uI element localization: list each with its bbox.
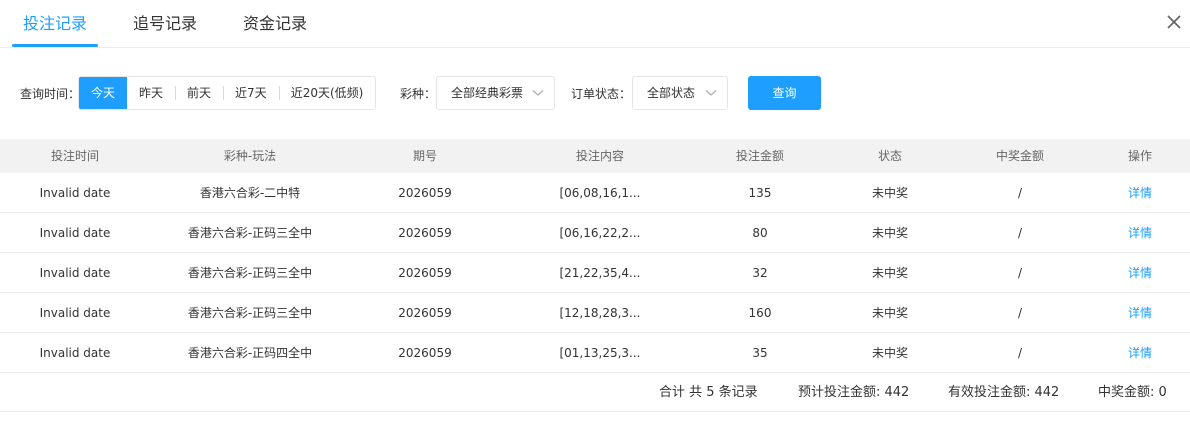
lottery-filter-label: 彩种： — [400, 87, 437, 101]
cell-bet-content: [06,08,16,1... — [559, 186, 641, 200]
table-row: Invalid date 香港六合彩-正码三全中 2026059 [12,18,… — [0, 293, 1190, 333]
cell-issue: 2026059 — [398, 346, 452, 360]
column-header-bet-amount: 投注金额 — [735, 149, 784, 163]
cell-status: 未中奖 — [871, 306, 908, 320]
chevron-down-icon — [705, 90, 717, 96]
cell-bet-amount: 160 — [748, 306, 772, 320]
cell-win-amount: / — [1017, 226, 1023, 240]
cell-win-amount: / — [1017, 346, 1023, 360]
tab-fund-records[interactable]: 资金记录 — [243, 12, 307, 36]
cell-status: 未中奖 — [871, 226, 908, 240]
cell-bet-amount: 80 — [752, 226, 768, 240]
details-link[interactable]: 详情 — [1100, 333, 1180, 373]
summary-record-count: 合计 共 5 条记录 — [659, 385, 758, 400]
cell-status: 未中奖 — [871, 266, 908, 280]
summary-valid-bet-amount: 有效投注金额: 442 — [948, 385, 1060, 400]
lottery-select-value: 全部经典彩票 — [451, 86, 524, 100]
tab-bar: 投注记录 追号记录 资金记录 — [0, 0, 1190, 48]
time-option-day-before[interactable]: 前天 — [175, 77, 223, 109]
summary-divider — [0, 411, 1190, 412]
time-filter-label: 查询时间： — [20, 87, 81, 101]
cell-win-amount: / — [1017, 186, 1023, 200]
table-header: 投注时间 彩种-玩法 期号 投注内容 投注金额 状态 中奖金额 操作 — [0, 139, 1190, 173]
chevron-down-icon — [532, 90, 544, 96]
summary-expected-bet-amount: 预计投注金额: 442 — [798, 385, 910, 400]
query-button[interactable]: 查询 — [748, 76, 821, 110]
tab-bet-records[interactable]: 投注记录 — [23, 12, 87, 36]
cell-bet-content: [21,22,35,4... — [559, 266, 641, 280]
details-link[interactable]: 详情 — [1100, 253, 1180, 293]
cell-bet-time: Invalid date — [39, 306, 111, 320]
cell-issue: 2026059 — [398, 306, 452, 320]
table-row: Invalid date 香港六合彩-正码三全中 2026059 [21,22,… — [0, 253, 1190, 293]
details-link[interactable]: 详情 — [1100, 173, 1180, 213]
column-header-bet-content: 投注内容 — [575, 149, 624, 163]
column-header-action: 操作 — [1127, 149, 1152, 163]
cell-status: 未中奖 — [871, 346, 908, 360]
column-header-status: 状态 — [877, 149, 902, 163]
time-option-yesterday[interactable]: 昨天 — [127, 77, 175, 109]
cell-issue: 2026059 — [398, 186, 452, 200]
time-range-selector: 今天 昨天 前天 近7天 近20天(低频) — [78, 76, 377, 110]
cell-bet-content: [12,18,28,3... — [559, 306, 641, 320]
cell-lottery-play: 香港六合彩-正码三全中 — [187, 226, 313, 240]
cell-bet-content: [01,13,25,3... — [559, 346, 641, 360]
details-link[interactable]: 详情 — [1100, 293, 1180, 333]
column-header-issue: 期号 — [412, 149, 437, 163]
cell-bet-content: [06,16,22,2... — [559, 226, 641, 240]
cell-lottery-play: 香港六合彩-正码三全中 — [187, 306, 313, 320]
cell-bet-amount: 135 — [748, 186, 772, 200]
cell-issue: 2026059 — [398, 266, 452, 280]
cell-lottery-play: 香港六合彩-二中特 — [199, 186, 301, 200]
tab-chase-records[interactable]: 追号记录 — [133, 12, 197, 36]
table-row: Invalid date 香港六合彩-二中特 2026059 [06,08,16… — [0, 173, 1190, 213]
active-tab-indicator — [12, 44, 98, 47]
order-status-value: 全部状态 — [647, 86, 696, 100]
cell-lottery-play: 香港六合彩-正码四全中 — [187, 346, 313, 360]
column-header-bet-time: 投注时间 — [50, 149, 99, 163]
column-header-lottery-play: 彩种-玩法 — [223, 149, 277, 163]
table-row: Invalid date 香港六合彩-正码三全中 2026059 [06,16,… — [0, 213, 1190, 253]
cell-lottery-play: 香港六合彩-正码三全中 — [187, 266, 313, 280]
cell-issue: 2026059 — [398, 226, 452, 240]
cell-bet-amount: 32 — [752, 266, 768, 280]
order-status-label: 订单状态： — [571, 87, 632, 101]
summary-win-amount: 中奖金额: 0 — [1098, 385, 1167, 400]
cell-win-amount: / — [1017, 306, 1023, 320]
cell-bet-amount: 35 — [752, 346, 768, 360]
time-option-7-days[interactable]: 近7天 — [223, 77, 279, 109]
cell-win-amount: / — [1017, 266, 1023, 280]
lottery-select[interactable]: 全部经典彩票 — [436, 76, 555, 110]
details-link[interactable]: 详情 — [1100, 213, 1180, 253]
close-icon[interactable] — [1164, 12, 1184, 32]
cell-bet-time: Invalid date — [39, 226, 111, 240]
cell-bet-time: Invalid date — [39, 266, 111, 280]
time-option-today[interactable]: 今天 — [79, 77, 128, 109]
time-option-20-days[interactable]: 近20天(低频) — [278, 77, 376, 109]
cell-bet-time: Invalid date — [39, 346, 111, 360]
table-row: Invalid date 香港六合彩-正码四全中 2026059 [01,13,… — [0, 333, 1190, 373]
order-status-select[interactable]: 全部状态 — [632, 76, 728, 110]
cell-bet-time: Invalid date — [39, 186, 111, 200]
column-header-win-amount: 中奖金额 — [995, 149, 1044, 163]
cell-status: 未中奖 — [871, 186, 908, 200]
